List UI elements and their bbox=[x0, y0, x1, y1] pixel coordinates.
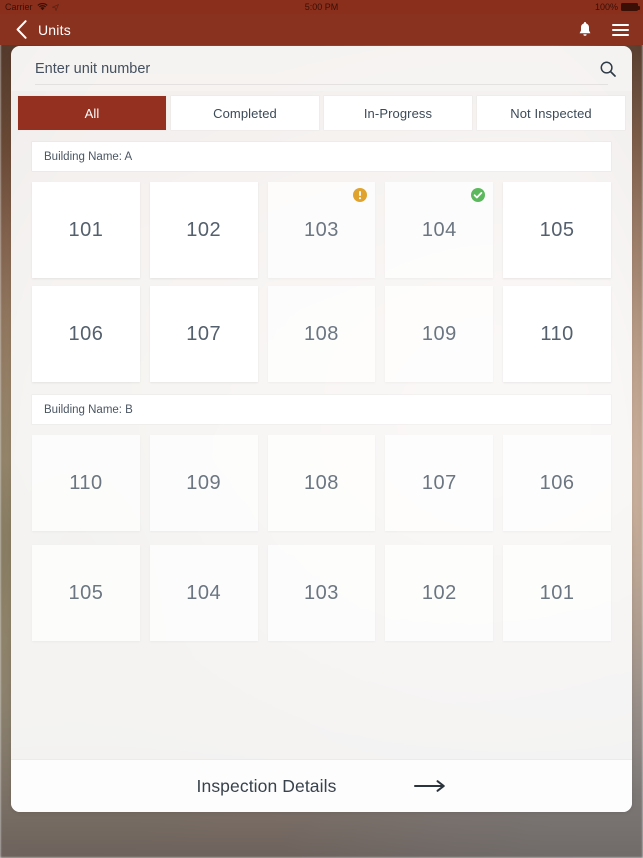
unit-number: 108 bbox=[304, 471, 339, 494]
menu-button[interactable] bbox=[612, 23, 629, 36]
unit-number: 104 bbox=[421, 218, 457, 241]
status-badge-completed bbox=[471, 188, 486, 202]
nav-bar-actions bbox=[578, 21, 629, 38]
unit-card[interactable]: 105 bbox=[32, 545, 140, 641]
status-bar-time: 5:00 PM bbox=[304, 2, 339, 12]
search-bar bbox=[11, 46, 632, 91]
building-header-a: Building Name: A bbox=[32, 142, 611, 171]
back-button[interactable] bbox=[10, 18, 32, 42]
battery-full-icon bbox=[621, 3, 640, 11]
unit-number: 106 bbox=[539, 471, 575, 494]
unit-number: 109 bbox=[186, 471, 222, 494]
unit-card[interactable]: 107 bbox=[149, 286, 258, 382]
unit-card[interactable]: 103 bbox=[267, 182, 376, 278]
unit-number: 109 bbox=[421, 322, 457, 345]
unit-card[interactable]: 108 bbox=[267, 435, 376, 531]
unit-number: 110 bbox=[69, 471, 103, 494]
unit-grid-a: 101 102 103 104 105 106 107 108 109 110 bbox=[11, 171, 632, 382]
check-circle-icon bbox=[471, 188, 486, 202]
unit-number: 102 bbox=[421, 581, 457, 604]
unit-card[interactable]: 104 bbox=[149, 545, 258, 641]
unit-card[interactable]: 101 bbox=[32, 182, 140, 278]
inspection-details-label: Inspection Details bbox=[196, 775, 337, 796]
building-header-a-label: Building Name: A bbox=[44, 150, 133, 163]
chevron-left-icon bbox=[16, 20, 27, 39]
page-title: Units bbox=[38, 21, 71, 38]
unit-number: 104 bbox=[186, 581, 222, 604]
battery-percent-label: 100% bbox=[594, 2, 618, 12]
unit-number: 105 bbox=[68, 581, 104, 604]
building-header-b: Building Name: B bbox=[32, 395, 611, 424]
bell-icon bbox=[579, 21, 591, 36]
nav-bar: Units bbox=[0, 14, 643, 45]
units-sheet: All Completed In-Progress Not Inspected … bbox=[11, 46, 632, 812]
search-underline bbox=[35, 84, 608, 85]
filter-tabs: All Completed In-Progress Not Inspected bbox=[11, 91, 632, 137]
unit-number: 103 bbox=[304, 581, 339, 604]
inspection-details-button[interactable]: Inspection Details bbox=[11, 759, 632, 812]
unit-card[interactable]: 109 bbox=[385, 286, 494, 382]
unit-card[interactable]: 101 bbox=[503, 545, 611, 641]
unit-number: 101 bbox=[539, 581, 575, 604]
unit-number: 103 bbox=[304, 218, 339, 241]
unit-number: 102 bbox=[186, 218, 222, 241]
tab-completed[interactable]: Completed bbox=[171, 96, 319, 130]
unit-card[interactable]: 106 bbox=[503, 435, 611, 531]
arrow-right-icon bbox=[414, 779, 446, 793]
unit-number: 107 bbox=[421, 471, 457, 494]
alert-circle-icon bbox=[353, 188, 368, 202]
unit-number: 108 bbox=[304, 322, 339, 345]
unit-card[interactable]: 102 bbox=[385, 545, 494, 641]
hamburger-menu-icon bbox=[612, 23, 629, 36]
unit-card[interactable]: 105 bbox=[503, 182, 611, 278]
unit-card[interactable]: 106 bbox=[32, 286, 140, 382]
search-button[interactable] bbox=[596, 61, 620, 77]
unit-card[interactable]: 109 bbox=[149, 435, 258, 531]
tab-all[interactable]: All bbox=[18, 96, 166, 130]
unit-number: 107 bbox=[186, 322, 222, 345]
units-list[interactable]: Building Name: A 101 102 103 104 105 106… bbox=[11, 137, 632, 759]
unit-card[interactable]: 103 bbox=[267, 545, 376, 641]
unit-card[interactable]: 102 bbox=[149, 182, 258, 278]
status-badge-in-progress bbox=[353, 188, 368, 202]
unit-card[interactable]: 108 bbox=[267, 286, 376, 382]
unit-card[interactable]: 107 bbox=[385, 435, 494, 531]
search-icon bbox=[600, 61, 616, 77]
tab-not-inspected[interactable]: Not Inspected bbox=[477, 96, 625, 130]
unit-card[interactable]: 110 bbox=[503, 286, 611, 382]
unit-number: 106 bbox=[68, 322, 104, 345]
unit-card[interactable]: 110 bbox=[32, 435, 140, 531]
status-bar: Carrier 5:00 PM 100% bbox=[0, 0, 643, 14]
notifications-button[interactable] bbox=[578, 21, 592, 38]
status-bar-right: 100% bbox=[594, 0, 640, 14]
tab-in-progress[interactable]: In-Progress bbox=[324, 96, 472, 130]
unit-card[interactable]: 104 bbox=[385, 182, 494, 278]
unit-number: 105 bbox=[539, 218, 575, 241]
unit-number: 101 bbox=[68, 218, 104, 241]
unit-grid-b: 110 109 108 107 106 105 104 103 102 101 bbox=[11, 424, 632, 641]
unit-number: 110 bbox=[540, 322, 574, 345]
building-header-b-label: Building Name: B bbox=[44, 403, 133, 416]
search-input[interactable] bbox=[35, 60, 596, 77]
